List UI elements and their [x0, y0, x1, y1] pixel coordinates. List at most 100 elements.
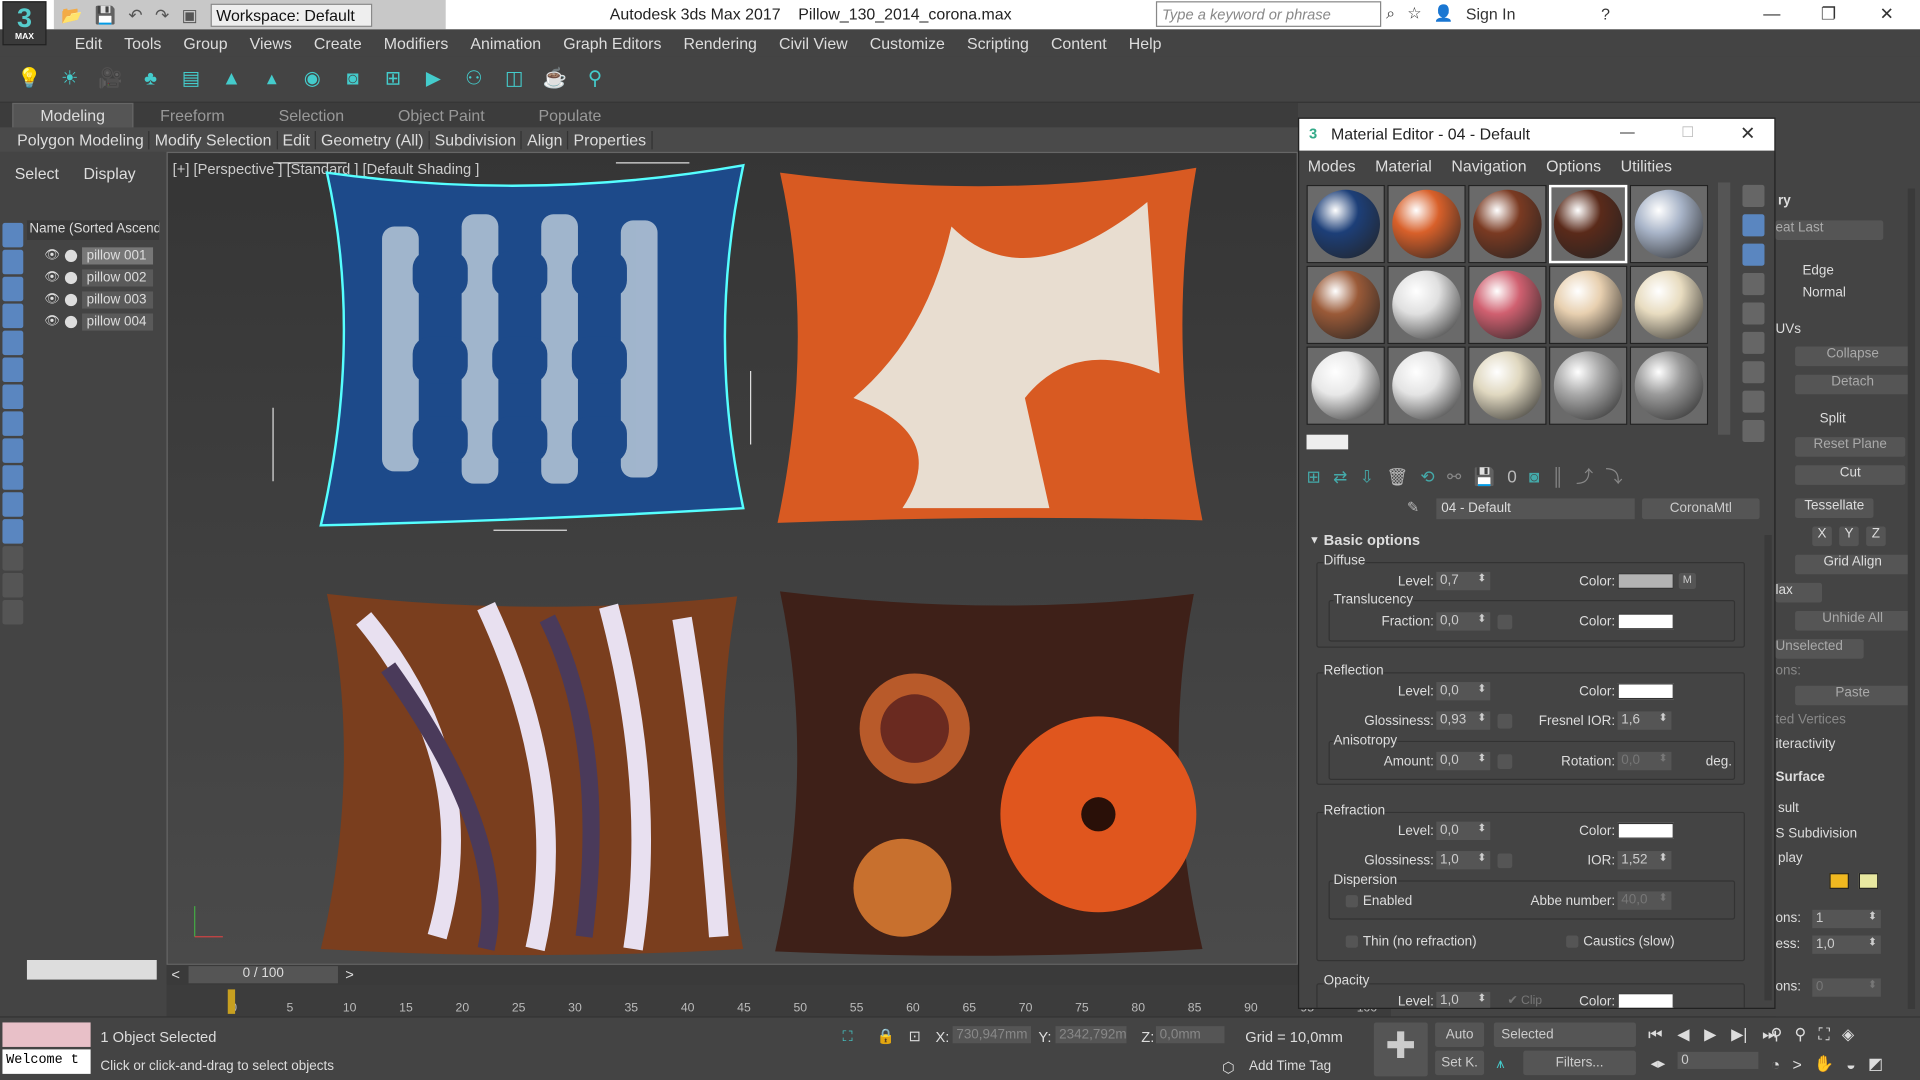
search-input[interactable]: Type a keyword or phrase — [1155, 1, 1382, 27]
ribbon-modify-selection[interactable]: Modify Selection — [150, 130, 278, 149]
material-navigator-icon[interactable] — [1742, 420, 1765, 443]
interactive-icon[interactable]: ⊞ — [381, 67, 405, 91]
scene-item-pillow-004[interactable]: 👁 pillow 004 — [44, 311, 159, 332]
render-icon[interactable]: ◙ — [340, 67, 364, 91]
material-type-button[interactable]: CoronaMtl — [1642, 498, 1760, 520]
key-mode-toggle-icon[interactable]: ◂▸ — [1651, 1054, 1666, 1071]
pillow-001[interactable] — [272, 162, 752, 531]
lock-icon[interactable]: 🔒 — [877, 1027, 895, 1044]
reflection-glossiness-map[interactable] — [1497, 713, 1513, 729]
track-bar[interactable]: 0510152025303540455055606570758085909510… — [166, 984, 1392, 1017]
menu-views[interactable]: Views — [239, 34, 303, 52]
put-to-scene-icon[interactable]: ⇄ — [1333, 466, 1347, 487]
time-slider[interactable]: 0 / 100 — [188, 966, 338, 984]
key-mode-icon[interactable]: ⩚ — [1496, 1054, 1504, 1072]
paste-button[interactable]: Paste — [1795, 685, 1911, 706]
close-button[interactable]: ✕ — [1880, 4, 1894, 25]
help-icon[interactable]: ? — [1601, 4, 1610, 22]
anisotropy-amount-map[interactable] — [1497, 754, 1513, 769]
translucency-fraction-spinner[interactable]: 0,0 — [1436, 612, 1491, 631]
absolute-mode-icon[interactable]: ⊡ — [909, 1027, 921, 1044]
binoculars-icon[interactable]: ⌕ — [1386, 4, 1395, 24]
filter-geometry-icon[interactable] — [2, 222, 24, 248]
ribbon-subdivision[interactable]: Subdivision — [430, 130, 523, 149]
me-menu-navigation[interactable]: Navigation — [1451, 156, 1526, 174]
use-nurms-checkbox[interactable]: S Subdivision — [1776, 827, 1858, 842]
sample-uv-tiling-icon[interactable] — [1742, 273, 1765, 296]
ribbon-align[interactable]: Align — [522, 130, 569, 149]
clip-checkbox[interactable]: ✔ Clip — [1507, 994, 1542, 1007]
sign-in-button[interactable]: Sign In — [1466, 4, 1516, 22]
material-slot[interactable] — [1468, 184, 1547, 264]
scene-item-pillow-001[interactable]: 👁 pillow 001 — [44, 245, 159, 266]
assign-to-selection-icon[interactable]: ⇩ — [1360, 466, 1374, 487]
set-key-button[interactable]: Set K. — [1435, 1050, 1485, 1076]
filters-button[interactable]: Filters... — [1523, 1050, 1636, 1076]
vfb-icon[interactable]: ▶ — [421, 67, 445, 91]
tab-selection[interactable]: Selection — [252, 103, 371, 126]
me-menu-modes[interactable]: Modes — [1308, 156, 1356, 174]
translucency-fraction-map[interactable] — [1497, 614, 1513, 630]
material-slot[interactable] — [1387, 346, 1466, 425]
delete-isolated-vertices-checkbox[interactable]: ted Vertices — [1776, 713, 1846, 728]
filter-shapes-icon[interactable] — [2, 249, 24, 275]
fresnel-ior-spinner[interactable]: 1,6 — [1617, 711, 1672, 730]
edit-geometry-rollout-title[interactable]: ry — [1778, 193, 1791, 208]
eye-icon[interactable]: 👁 — [44, 249, 60, 262]
filter-spacewarps-icon[interactable] — [2, 357, 24, 383]
eye-icon[interactable]: 👁 — [44, 271, 60, 284]
menu-scripting[interactable]: Scripting — [956, 34, 1040, 52]
open-icon[interactable]: 📂 — [61, 4, 82, 25]
scene-column-header[interactable]: Name (Sorted Ascending) — [26, 220, 160, 241]
rollout-collapse-icon[interactable]: ▼ — [1309, 534, 1320, 546]
filter-none-icon[interactable] — [2, 492, 24, 517]
tab-freeform[interactable]: Freeform — [133, 103, 251, 126]
smoothness-spinner[interactable]: 1,0 — [1812, 935, 1881, 954]
make-planar-x-button[interactable]: X — [1812, 526, 1832, 547]
material-name-field[interactable]: 04 - Default — [1436, 498, 1635, 520]
me-menu-options[interactable]: Options — [1546, 156, 1601, 174]
current-frame-field[interactable]: 0 — [1677, 1051, 1759, 1069]
bulb-icon[interactable]: ⚲ — [583, 67, 607, 91]
menu-tools[interactable]: Tools — [113, 34, 172, 52]
key-filter-dropdown[interactable]: Selected — [1493, 1022, 1636, 1047]
dispersion-enabled-checkbox[interactable] — [1345, 895, 1358, 908]
filter-all-icon[interactable] — [2, 465, 24, 490]
reset-plane-button[interactable]: Reset Plane — [1795, 437, 1906, 457]
menu-edit[interactable]: Edit — [64, 34, 113, 52]
material-slot[interactable] — [1548, 346, 1628, 425]
detach-button[interactable]: Detach — [1795, 374, 1911, 395]
menu-rendering[interactable]: Rendering — [672, 34, 768, 52]
maxscript-input[interactable]: Welcome t — [2, 1049, 91, 1074]
y-coordinate-field[interactable]: 2342,792mm — [1055, 1026, 1127, 1044]
menu-group[interactable]: Group — [172, 34, 238, 52]
material-id-icon[interactable]: 0 — [1507, 467, 1517, 487]
smooth-result-checkbox[interactable]: sult — [1778, 801, 1799, 816]
translucency-color-swatch[interactable] — [1617, 613, 1674, 630]
put-to-library-icon[interactable]: 💾 — [1474, 466, 1495, 487]
pillow-004[interactable] — [775, 591, 1203, 956]
repeat-last-button[interactable]: eat Last — [1775, 220, 1884, 241]
save-icon[interactable]: 💾 — [95, 4, 116, 25]
pillow-002[interactable] — [777, 167, 1203, 523]
selection-cage-color-swatch[interactable] — [1858, 873, 1879, 889]
delete-icon[interactable]: 🗑 — [1386, 466, 1408, 487]
basic-options-rollout[interactable]: Basic options — [1324, 531, 1420, 548]
filter-lights-icon[interactable] — [2, 276, 24, 302]
opacity-level-spinner[interactable]: 1,0 — [1436, 991, 1491, 1008]
orbit-icon[interactable]: ◒ — [1846, 1055, 1856, 1073]
background-icon[interactable] — [1742, 243, 1765, 266]
prev-frame-button[interactable]: < — [171, 966, 180, 983]
menu-animation[interactable]: Animation — [459, 34, 552, 52]
filter-xrefs-icon[interactable] — [2, 411, 24, 436]
get-material-icon[interactable]: ⊞ — [1307, 466, 1321, 487]
tree-page-icon[interactable]: ▴ — [260, 67, 284, 91]
copy-icon[interactable]: ⚯ — [1447, 466, 1461, 487]
pan-icon[interactable]: ✋ — [1814, 1054, 1834, 1074]
go-to-parent-icon[interactable]: ⤴ — [1576, 464, 1593, 488]
isolate-icon[interactable]: ⛶ — [842, 1027, 852, 1045]
zoom-icon[interactable]: ⚲ — [1771, 1025, 1783, 1045]
material-slot[interactable] — [1629, 184, 1709, 264]
menu-content[interactable]: Content — [1040, 34, 1118, 52]
menu-graph-editors[interactable]: Graph Editors — [552, 34, 672, 52]
